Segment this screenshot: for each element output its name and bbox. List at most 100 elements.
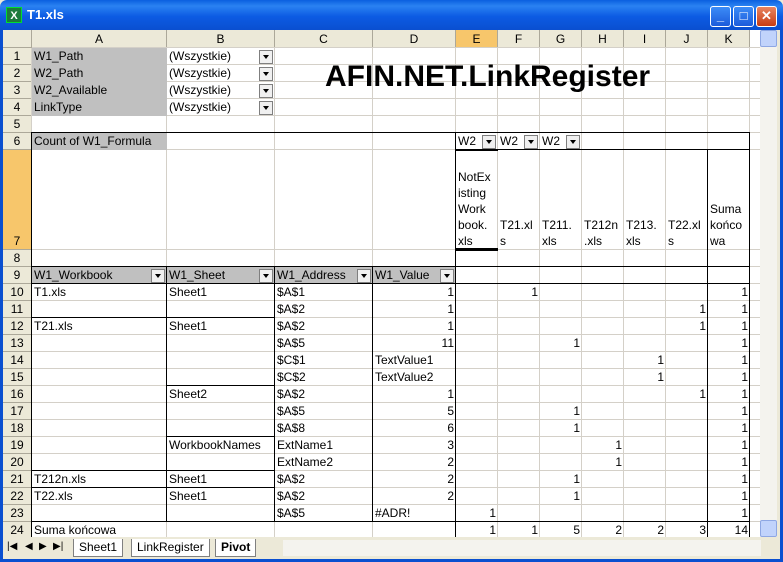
row-header-18[interactable]: 18 xyxy=(3,420,32,437)
column-header-c[interactable]: C xyxy=(275,30,373,48)
maximize-button[interactable]: □ xyxy=(733,6,754,27)
select-all-corner[interactable] xyxy=(3,30,32,48)
row-header-14[interactable]: 14 xyxy=(3,352,32,369)
page-field-dropdown-icon[interactable] xyxy=(259,67,273,81)
horizontal-scrollbar[interactable] xyxy=(283,540,761,556)
row-header-10[interactable]: 10 xyxy=(3,284,32,301)
row-header-3[interactable]: 3 xyxy=(3,82,32,99)
row-header-13[interactable]: 13 xyxy=(3,335,32,352)
table-cell xyxy=(32,335,167,352)
row-header-20[interactable]: 20 xyxy=(3,454,32,471)
row-field-dropdown-icon[interactable] xyxy=(440,269,454,283)
vertical-scrollbar[interactable] xyxy=(760,30,777,537)
table-cell xyxy=(498,369,540,386)
row-header-6[interactable]: 6 xyxy=(3,133,32,150)
table-cell xyxy=(624,454,666,471)
row-header-21[interactable]: 21 xyxy=(3,471,32,488)
grand-total-value: 3 xyxy=(699,523,706,537)
column-header-g[interactable]: G xyxy=(540,30,582,48)
column-header-f[interactable]: F xyxy=(498,30,540,48)
row-header-23[interactable]: 23 xyxy=(3,505,32,522)
row-field-button[interactable]: W1_Workbook xyxy=(32,267,167,284)
column-field-dropdown-icon[interactable] xyxy=(566,135,580,149)
scroll-down-button[interactable] xyxy=(760,520,777,537)
row-header-15[interactable]: 15 xyxy=(3,369,32,386)
row-field-dropdown-icon[interactable] xyxy=(151,269,165,283)
table-cell xyxy=(456,471,498,488)
page-field-label: W1_Path xyxy=(32,48,167,65)
table-cell xyxy=(582,318,624,335)
table-cell xyxy=(582,301,624,318)
last-sheet-icon[interactable]: ▶| xyxy=(53,541,63,552)
prev-sheet-icon[interactable]: ◀ xyxy=(25,541,33,552)
row-field-dropdown-icon[interactable] xyxy=(259,269,273,283)
table-cell: T21.xls xyxy=(34,319,73,333)
table-cell xyxy=(498,301,540,318)
table-cell: 2 xyxy=(447,489,454,503)
table-cell xyxy=(456,420,498,437)
row-header-7[interactable]: 7 xyxy=(3,150,32,250)
table-cell: $C$2 xyxy=(277,370,306,384)
row-header-8[interactable]: 8 xyxy=(3,250,32,267)
pivot-border xyxy=(31,283,750,284)
table-cell xyxy=(498,471,540,488)
column-field-dropdown-icon[interactable] xyxy=(524,135,538,149)
column-header-e[interactable]: E xyxy=(456,30,498,48)
row-header-5[interactable]: 5 xyxy=(3,116,32,133)
table-cell: $A$2 xyxy=(277,302,306,316)
column-header-h[interactable]: H xyxy=(582,30,624,48)
tab-linkregister[interactable]: LinkRegister xyxy=(131,539,210,557)
spreadsheet-grid[interactable]: A B C D E F G H I J K 1 2 3 4 5 6 7 8 9 10 11 12 13 14 15 16 17 18 19… xyxy=(3,30,760,537)
tab-pivot[interactable]: Pivot xyxy=(215,539,257,557)
scroll-up-button[interactable] xyxy=(760,30,777,47)
table-cell xyxy=(456,488,498,505)
row-header-2[interactable]: 2 xyxy=(3,65,32,82)
table-cell xyxy=(540,301,582,318)
column-header-i[interactable]: I xyxy=(624,30,666,48)
column-header-a[interactable]: A xyxy=(32,30,167,48)
table-cell xyxy=(540,369,582,386)
table-cell: TextValue2 xyxy=(375,370,434,384)
column-header-j[interactable]: J xyxy=(666,30,708,48)
table-cell xyxy=(582,403,624,420)
page-field-label: LinkType xyxy=(32,99,167,116)
column-header-k[interactable]: K xyxy=(708,30,750,48)
table-cell: 1 xyxy=(573,404,580,418)
table-cell xyxy=(666,505,708,522)
page-field-dropdown-icon[interactable] xyxy=(259,50,273,64)
row-header-12[interactable]: 12 xyxy=(3,318,32,335)
row-field-dropdown-icon[interactable] xyxy=(357,269,371,283)
row-header-9[interactable]: 9 xyxy=(3,267,32,284)
table-cell xyxy=(582,284,624,301)
excel-app-icon: X xyxy=(6,7,22,23)
column-header-d[interactable]: D xyxy=(373,30,456,48)
table-cell xyxy=(32,301,167,318)
pivot-border xyxy=(455,132,456,537)
row-header-17[interactable]: 17 xyxy=(3,403,32,420)
page-field-dropdown-icon[interactable] xyxy=(259,84,273,98)
table-cell: T22.xls xyxy=(34,489,73,503)
first-sheet-icon[interactable]: |◀ xyxy=(7,541,17,552)
column-header-b[interactable]: B xyxy=(167,30,275,48)
data-field-label: Count of W1_Formula xyxy=(32,133,167,150)
table-cell xyxy=(32,437,167,454)
table-cell: 1 xyxy=(741,472,748,486)
row-header-16[interactable]: 16 xyxy=(3,386,32,403)
close-button[interactable]: ✕ xyxy=(756,6,777,27)
row-header-22[interactable]: 22 xyxy=(3,488,32,505)
table-cell xyxy=(456,284,498,301)
table-cell xyxy=(456,301,498,318)
table-cell xyxy=(582,420,624,437)
row-header-4[interactable]: 4 xyxy=(3,99,32,116)
row-header-19[interactable]: 19 xyxy=(3,437,32,454)
page-field-dropdown-icon[interactable] xyxy=(259,101,273,115)
column-field-dropdown-icon[interactable] xyxy=(482,135,496,149)
row-header-1[interactable]: 1 xyxy=(3,48,32,65)
tab-sheet1[interactable]: Sheet1 xyxy=(73,539,124,557)
active-cell-border xyxy=(455,149,498,151)
row-header-24[interactable]: 24 xyxy=(3,522,32,537)
minimize-button[interactable]: _ xyxy=(710,6,731,27)
row-header-11[interactable]: 11 xyxy=(3,301,32,318)
next-sheet-icon[interactable]: ▶ xyxy=(39,541,47,552)
table-cell: $A$8 xyxy=(277,421,306,435)
